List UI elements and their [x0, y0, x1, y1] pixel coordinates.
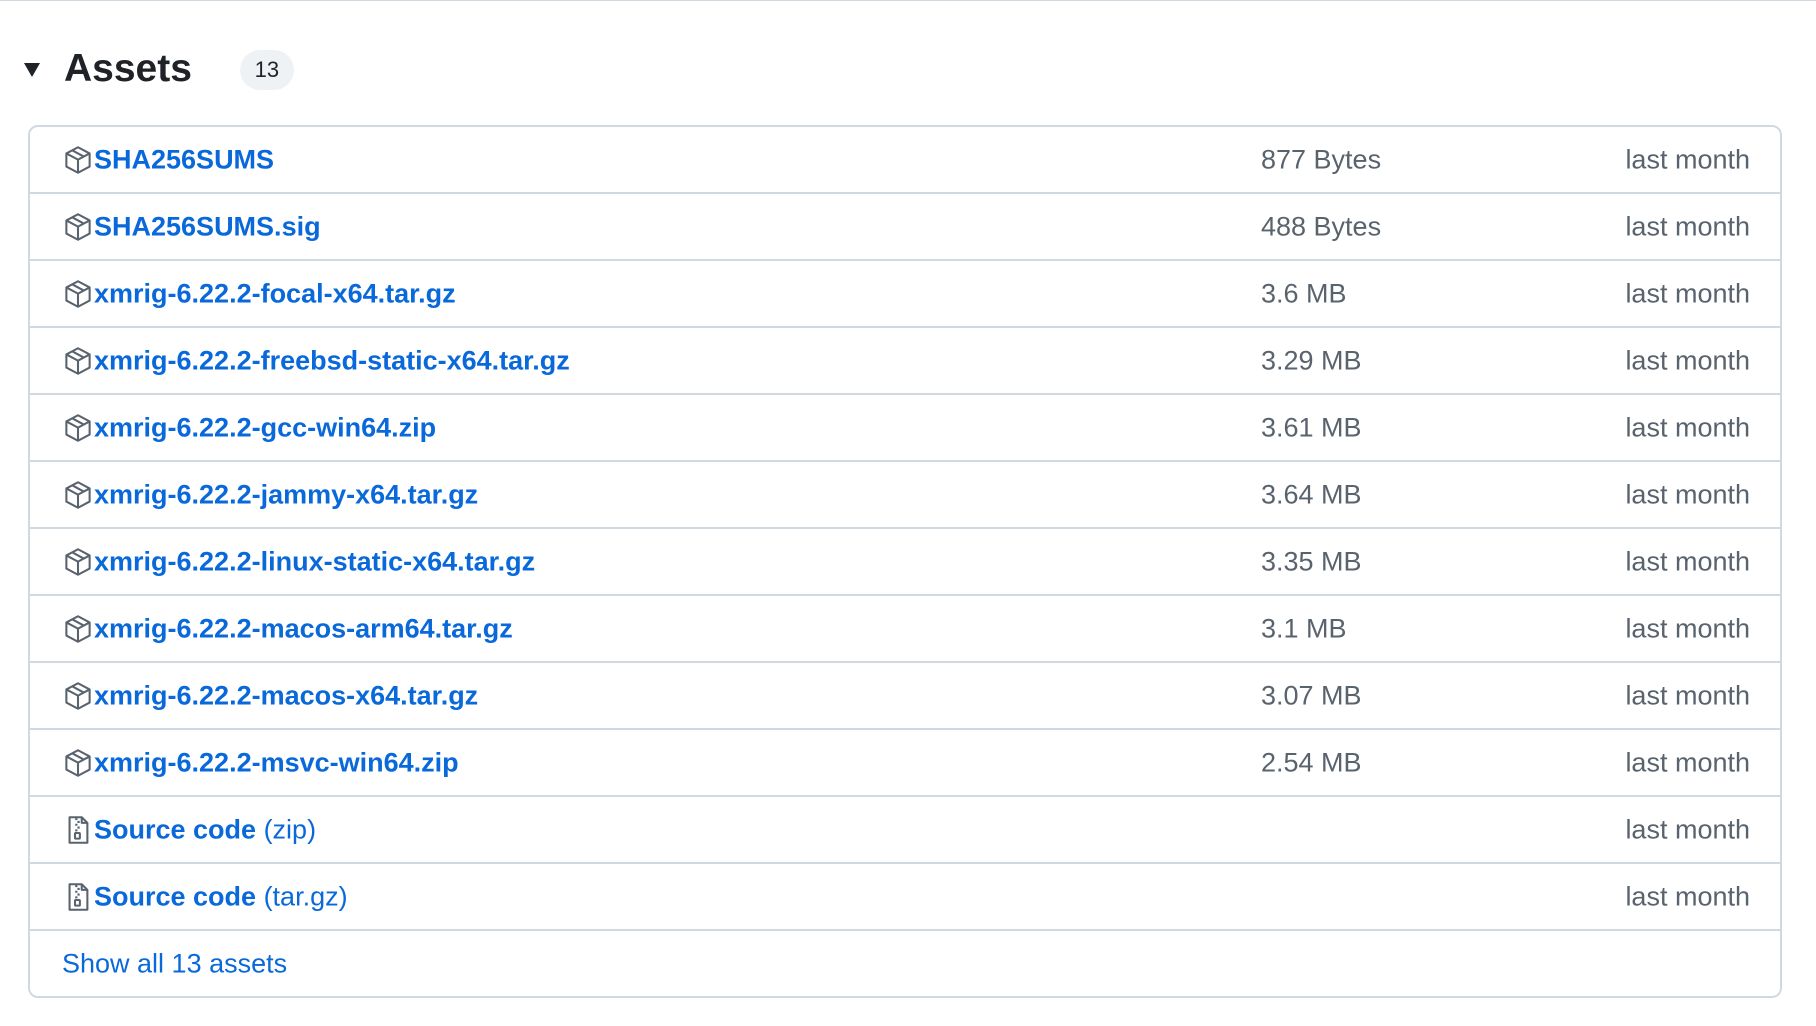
asset-size: 877 Bytes	[1261, 144, 1382, 174]
asset-row: xmrig-6.22.2-freebsd-static-x64.tar.gz 3…	[30, 328, 1780, 395]
asset-date: last month	[1625, 278, 1750, 308]
assets-list: SHA256SUMS 877 Bytes last month SHA256SU…	[28, 125, 1782, 998]
package-icon	[62, 680, 94, 712]
package-icon	[62, 412, 94, 444]
caret-down-icon	[24, 63, 40, 77]
asset-row: xmrig-6.22.2-gcc-win64.zip 3.61 MB last …	[30, 395, 1780, 462]
asset-link[interactable]: xmrig-6.22.2-freebsd-static-x64.tar.gz	[94, 345, 570, 376]
asset-link[interactable]: xmrig-6.22.2-linux-static-x64.tar.gz	[94, 546, 535, 577]
asset-date: last month	[1625, 144, 1750, 174]
section-divider	[0, 0, 1816, 1]
show-all-assets-link[interactable]: Show all 13 assets	[62, 949, 287, 980]
asset-link[interactable]: xmrig-6.22.2-jammy-x64.tar.gz	[94, 479, 478, 510]
package-icon	[62, 211, 94, 243]
asset-size: 3.29 MB	[1261, 345, 1362, 375]
asset-size: 3.1 MB	[1261, 613, 1347, 643]
asset-rows: SHA256SUMS 877 Bytes last month SHA256SU…	[30, 127, 1780, 931]
asset-size: 488 Bytes	[1261, 211, 1382, 241]
asset-name: SHA256SUMS.sig	[94, 211, 321, 241]
asset-name: xmrig-6.22.2-msvc-win64.zip	[94, 747, 459, 777]
asset-date: last month	[1625, 546, 1750, 576]
asset-link[interactable]: SHA256SUMS	[94, 144, 274, 175]
package-icon	[62, 278, 94, 310]
asset-date: last month	[1625, 412, 1750, 442]
asset-row: xmrig-6.22.2-macos-arm64.tar.gz 3.1 MB l…	[30, 596, 1780, 663]
asset-link[interactable]: Source code (zip)	[94, 814, 316, 845]
asset-date: last month	[1625, 211, 1750, 241]
file-zip-icon	[62, 881, 94, 913]
asset-link[interactable]: xmrig-6.22.2-macos-arm64.tar.gz	[94, 613, 513, 644]
asset-row: xmrig-6.22.2-jammy-x64.tar.gz 3.64 MB la…	[30, 462, 1780, 529]
asset-link[interactable]: xmrig-6.22.2-gcc-win64.zip	[94, 412, 436, 443]
asset-name: xmrig-6.22.2-focal-x64.tar.gz	[94, 278, 456, 308]
asset-name: xmrig-6.22.2-macos-arm64.tar.gz	[94, 613, 513, 643]
asset-date: last month	[1625, 747, 1750, 777]
asset-link[interactable]: SHA256SUMS.sig	[94, 211, 321, 242]
asset-size: 3.64 MB	[1261, 479, 1362, 509]
asset-name: xmrig-6.22.2-linux-static-x64.tar.gz	[94, 546, 536, 576]
package-icon	[62, 345, 94, 377]
package-icon	[62, 546, 94, 578]
asset-name-suffix: (tar.gz)	[256, 881, 348, 911]
asset-row: xmrig-6.22.2-focal-x64.tar.gz 3.6 MB las…	[30, 261, 1780, 328]
package-icon	[62, 144, 94, 176]
asset-row: SHA256SUMS.sig 488 Bytes last month	[30, 194, 1780, 261]
assets-count-badge: 13	[239, 50, 294, 90]
asset-link[interactable]: xmrig-6.22.2-msvc-win64.zip	[94, 747, 459, 778]
asset-name: xmrig-6.22.2-gcc-win64.zip	[94, 412, 437, 442]
asset-date: last month	[1625, 680, 1750, 710]
asset-name: Source code	[94, 881, 257, 911]
asset-row: xmrig-6.22.2-msvc-win64.zip 2.54 MB last…	[30, 730, 1780, 797]
asset-row: xmrig-6.22.2-macos-x64.tar.gz 3.07 MB la…	[30, 663, 1780, 730]
asset-row: Source code (tar.gz) last month	[30, 864, 1780, 931]
asset-link[interactable]: xmrig-6.22.2-macos-x64.tar.gz	[94, 680, 478, 711]
assets-heading: Assets	[64, 46, 192, 90]
asset-row: xmrig-6.22.2-linux-static-x64.tar.gz 3.3…	[30, 529, 1780, 596]
assets-toggle[interactable]: Assets 13	[24, 40, 294, 96]
asset-name-suffix: (zip)	[256, 814, 317, 844]
asset-size: 3.07 MB	[1261, 680, 1362, 710]
asset-date: last month	[1625, 613, 1750, 643]
package-icon	[62, 613, 94, 645]
asset-row: Source code (zip) last month	[30, 797, 1780, 864]
asset-link[interactable]: Source code (tar.gz)	[94, 881, 348, 912]
asset-size: 2.54 MB	[1261, 747, 1362, 777]
asset-name: xmrig-6.22.2-macos-x64.tar.gz	[94, 680, 479, 710]
asset-date: last month	[1625, 479, 1750, 509]
asset-date: last month	[1625, 345, 1750, 375]
asset-date: last month	[1625, 881, 1750, 911]
asset-row: SHA256SUMS 877 Bytes last month	[30, 127, 1780, 194]
package-icon	[62, 479, 94, 511]
asset-size: 3.6 MB	[1261, 278, 1347, 308]
asset-name: Source code	[94, 814, 257, 844]
asset-link[interactable]: xmrig-6.22.2-focal-x64.tar.gz	[94, 278, 456, 309]
show-all-row: Show all 13 assets	[30, 931, 1780, 996]
asset-name: SHA256SUMS	[94, 144, 275, 174]
asset-date: last month	[1625, 814, 1750, 844]
asset-size: 3.61 MB	[1261, 412, 1362, 442]
package-icon	[62, 747, 94, 779]
file-zip-icon	[62, 814, 94, 846]
asset-name: xmrig-6.22.2-freebsd-static-x64.tar.gz	[94, 345, 570, 375]
asset-name: xmrig-6.22.2-jammy-x64.tar.gz	[94, 479, 479, 509]
asset-size: 3.35 MB	[1261, 546, 1362, 576]
